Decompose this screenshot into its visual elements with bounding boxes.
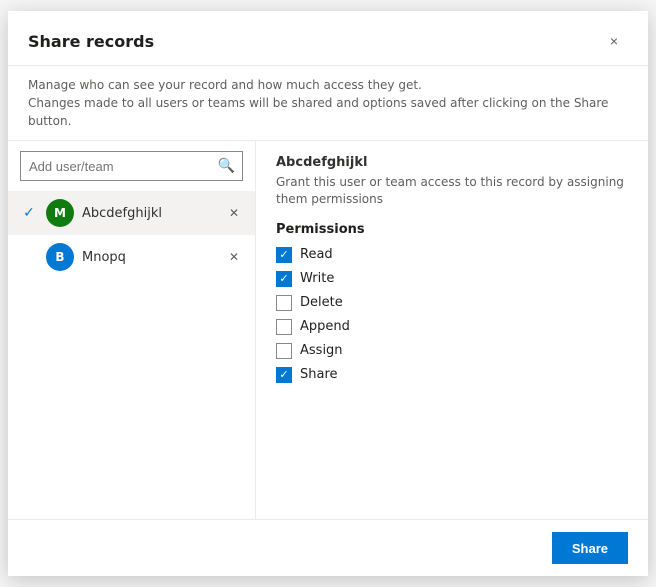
share-button[interactable]: Share <box>552 532 628 564</box>
permission-write: Write <box>276 271 628 287</box>
selected-checkmark-icon: ✓ <box>20 204 38 222</box>
right-panel: Abcdefghijkl Grant this user or team acc… <box>256 141 648 519</box>
read-checkbox[interactable] <box>276 247 292 263</box>
close-button[interactable]: × <box>600 27 628 55</box>
share-checkbox[interactable] <box>276 367 292 383</box>
append-checkbox[interactable] <box>276 319 292 335</box>
list-item[interactable]: B Mnopq ✕ <box>8 235 255 279</box>
remove-user-button[interactable]: ✕ <box>225 248 243 266</box>
share-label: Share <box>300 367 338 382</box>
dialog-footer: Share <box>8 519 648 576</box>
permission-share: Share <box>276 367 628 383</box>
write-label: Write <box>300 271 334 286</box>
search-input[interactable] <box>20 151 243 181</box>
permission-assign: Assign <box>276 343 628 359</box>
share-records-dialog: Share records × Manage who can see your … <box>8 11 648 576</box>
permissions-description: Grant this user or team access to this r… <box>276 174 628 208</box>
permission-read: Read <box>276 247 628 263</box>
list-item[interactable]: ✓ M Abcdefghijkl ✕ <box>8 191 255 235</box>
user-display-name: Abcdefghijkl <box>82 206 217 221</box>
permissions-label: Permissions <box>276 222 628 237</box>
write-checkbox[interactable] <box>276 271 292 287</box>
assign-checkbox[interactable] <box>276 343 292 359</box>
remove-user-button[interactable]: ✕ <box>225 204 243 222</box>
user-display-name: Mnopq <box>82 250 217 265</box>
search-container: 🔍 <box>8 141 255 191</box>
user-list: ✓ M Abcdefghijkl ✕ B Mnopq ✕ <box>8 191 255 519</box>
left-panel: 🔍 ✓ M Abcdefghijkl ✕ B Mnopq ✕ <box>8 141 256 519</box>
delete-label: Delete <box>300 295 343 310</box>
read-label: Read <box>300 247 333 262</box>
permission-delete: Delete <box>276 295 628 311</box>
dialog-title: Share records <box>28 32 154 51</box>
dialog-body: 🔍 ✓ M Abcdefghijkl ✕ B Mnopq ✕ <box>8 141 648 519</box>
append-label: Append <box>300 319 350 334</box>
dialog-subtitle: Manage who can see your record and how m… <box>8 66 648 141</box>
avatar: M <box>46 199 74 227</box>
avatar: B <box>46 243 74 271</box>
selected-user-name: Abcdefghijkl <box>276 155 628 170</box>
subtitle-line1: Manage who can see your record and how m… <box>28 76 628 94</box>
dialog-header: Share records × <box>8 11 648 66</box>
subtitle-line2: Changes made to all users or teams will … <box>28 94 628 130</box>
permission-append: Append <box>276 319 628 335</box>
delete-checkbox[interactable] <box>276 295 292 311</box>
assign-label: Assign <box>300 343 343 358</box>
